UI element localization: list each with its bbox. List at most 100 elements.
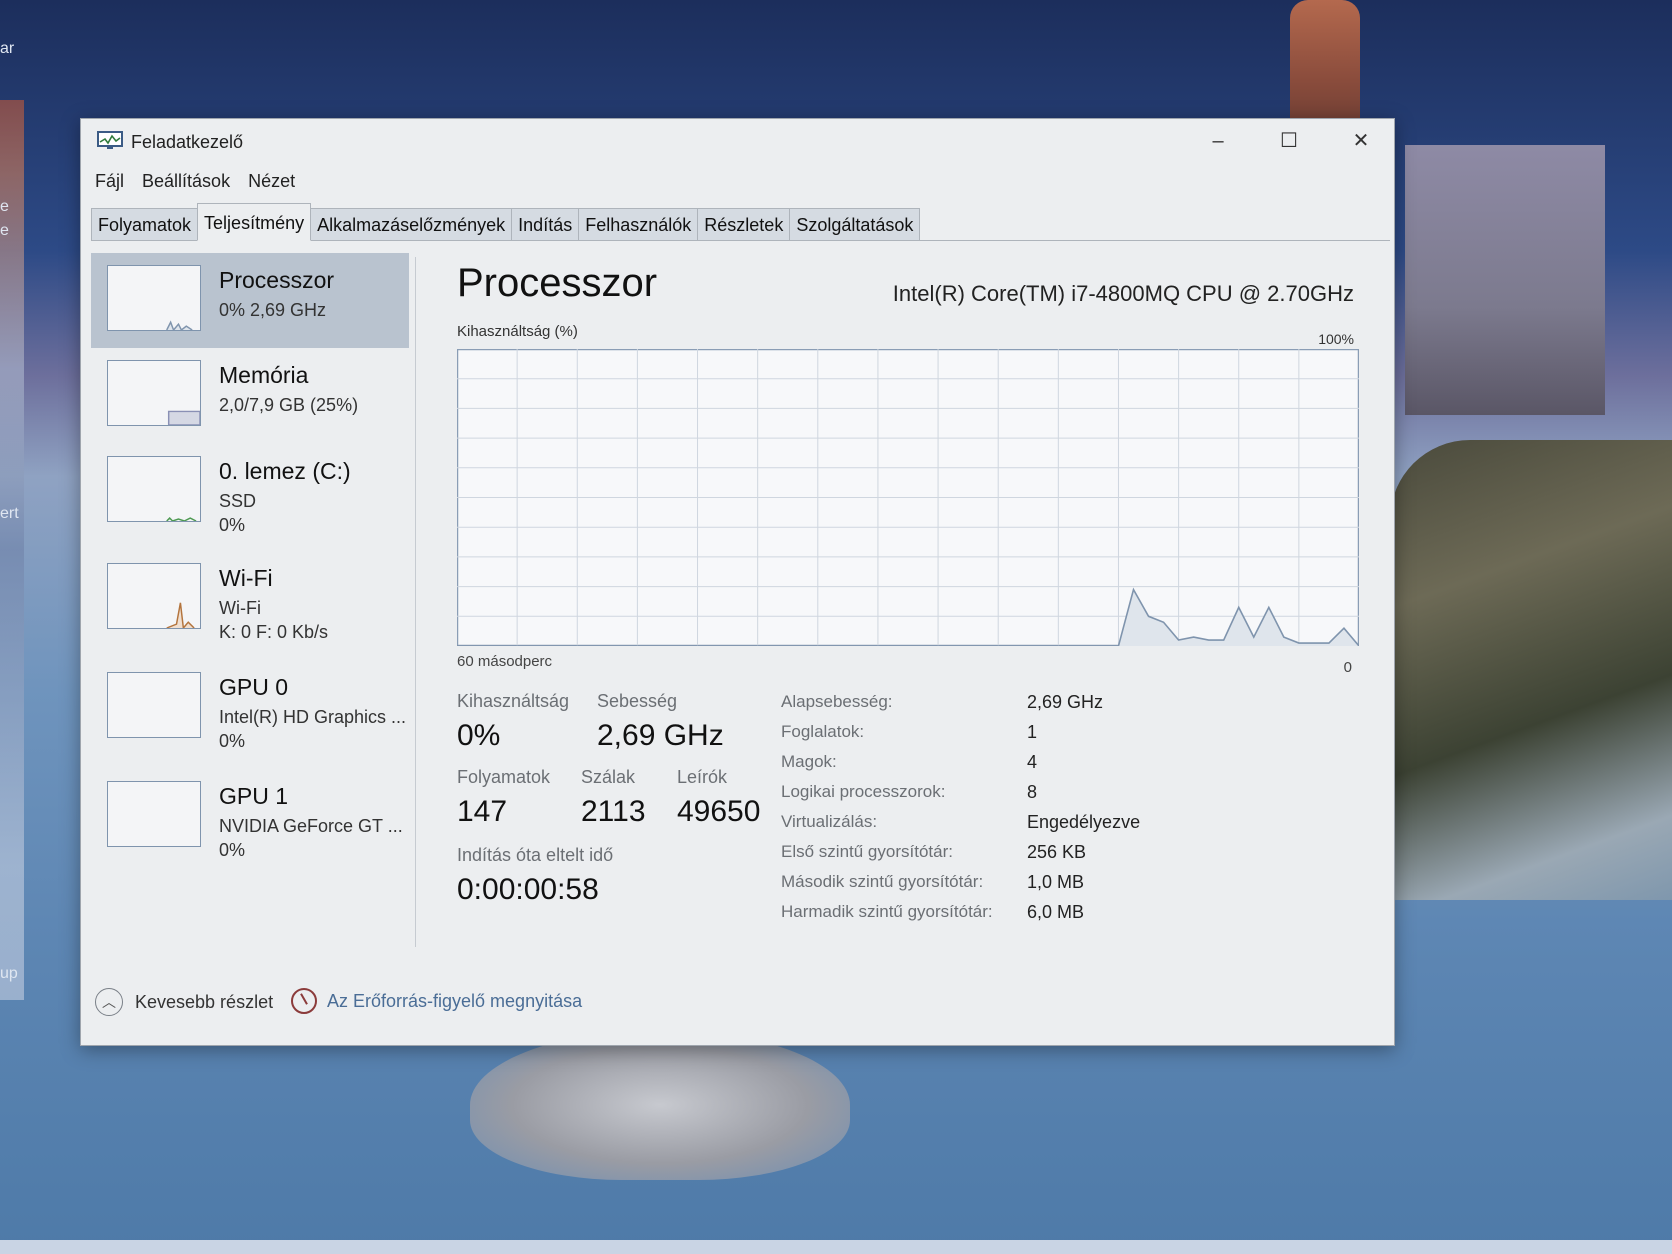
desktop-rocks	[1390, 440, 1672, 900]
desktop-icon-label[interactable]: e	[0, 222, 9, 240]
desktop-lighthouse	[1290, 0, 1360, 135]
wifi-thumbnail-graph	[107, 563, 201, 629]
graph-x-label: 60 másodperc	[457, 653, 553, 670]
tab-details[interactable]: Részletek	[697, 208, 791, 240]
sidebar-label: GPU 1	[219, 783, 289, 809]
sidebar-value: 0% 2,69 GHz	[219, 300, 327, 320]
stat-speed-label: Sebesség	[597, 691, 678, 711]
sidebar-item-gpu0[interactable]: GPU 0 Intel(R) HD Graphics ... 0%	[91, 660, 409, 755]
sidebar-item-memory[interactable]: Memória 2,0/7,9 GB (25%)	[91, 348, 409, 443]
stat-handles-value: 49650	[677, 795, 761, 828]
tab-users[interactable]: Felhasználók	[578, 208, 699, 240]
tab-services[interactable]: Szolgáltatások	[789, 208, 921, 240]
sidebar-value: SSD	[219, 491, 257, 511]
sidebar-label: GPU 0	[219, 674, 289, 700]
detail-value: 6,0 MB	[1027, 902, 1085, 922]
stat-threads-value: 2113	[581, 795, 646, 828]
page-title: Processzor	[457, 261, 658, 305]
menu-file[interactable]: Fájl	[95, 171, 124, 197]
detail-value: 1,0 MB	[1027, 872, 1085, 892]
detail-key: Második szintű gyorsítótár:	[781, 872, 984, 891]
sidebar-item-cpu[interactable]: Processzor 0% 2,69 GHz	[91, 253, 409, 348]
task-manager-icon	[97, 131, 123, 149]
sidebar-item-wifi[interactable]: Wi-Fi Wi-Fi K: 0 F: 0 Kb/s	[91, 551, 409, 646]
fewer-details-label: Kevesebb részlet	[135, 991, 274, 1012]
graph-y-label: Kihasználtság (%)	[457, 323, 578, 340]
detail-key: Harmadik szintű gyorsítótár:	[781, 902, 993, 921]
sidebar-divider	[415, 257, 416, 947]
sidebar-value: NVIDIA GeForce GT ...	[219, 816, 403, 836]
gpu1-thumbnail-graph	[107, 781, 201, 847]
resource-monitor-icon	[291, 988, 317, 1014]
stat-utilization-value: 0%	[457, 719, 501, 752]
graph-min-label: 0	[1343, 659, 1352, 676]
desktop-building	[1405, 145, 1605, 415]
tab-strip: Folyamatok Teljesítmény Alkalmazáselőzmé…	[91, 201, 1390, 241]
sidebar-value: 0%	[219, 731, 246, 751]
detail-key: Virtualizálás:	[781, 812, 878, 831]
detail-value: 1	[1027, 722, 1038, 742]
detail-key: Logikai processzorok:	[781, 782, 946, 801]
detail-key: Magok:	[781, 752, 837, 771]
stat-uptime-label: Indítás óta eltelt idő	[457, 845, 614, 865]
desktop-icon-label[interactable]: e	[0, 198, 9, 216]
stat-utilization-label: Kihasználtság	[457, 691, 570, 711]
stat-handles-label: Leírók	[677, 767, 728, 787]
detail-key: Alapsebesség:	[781, 692, 893, 711]
desktop-icon-label[interactable]: ert	[0, 505, 19, 523]
stat-speed-value: 2,69 GHz	[597, 719, 724, 752]
sidebar-item-gpu1[interactable]: GPU 1 NVIDIA GeForce GT ... 0%	[91, 769, 409, 864]
title-bar[interactable]: Feladatkezelő – ☐ ✕	[81, 119, 1394, 161]
taskbar[interactable]	[0, 1240, 1672, 1254]
chevron-up-icon: ︿	[95, 988, 123, 1016]
sidebar-value: 0%	[219, 515, 246, 535]
menu-bar: Fájl Beállítások Nézet	[95, 171, 295, 197]
stat-uptime-value: 0:00:00:58	[457, 873, 599, 906]
tab-performance[interactable]: Teljesítmény	[197, 203, 312, 241]
sidebar-value: Intel(R) HD Graphics ...	[219, 707, 407, 727]
window-title: Feladatkezelő	[131, 132, 244, 152]
cpu-thumbnail-graph	[107, 265, 201, 331]
performance-sidebar: Processzor 0% 2,69 GHz Memória 2,0/7,9 G…	[91, 251, 409, 941]
maximize-button[interactable]: ☐	[1257, 125, 1321, 157]
desktop-rock-bottom	[470, 1030, 850, 1180]
resource-monitor-link[interactable]: Az Erőforrás-figyelő megnyitása	[291, 988, 582, 1014]
stat-processes-value: 147	[457, 795, 508, 828]
stat-threads-label: Szálak	[581, 767, 636, 787]
footer-bar: ︿ Kevesebb részlet Az Erőforrás-figyelő …	[91, 984, 1384, 1020]
sidebar-label: Processzor	[219, 267, 335, 293]
detail-value: 256 KB	[1027, 842, 1087, 862]
cpu-panel: Processzor Intel(R) Core(TM) i7-4800MQ C…	[431, 251, 1386, 941]
sidebar-value: 2,0/7,9 GB (25%)	[219, 395, 359, 415]
stat-processes-label: Folyamatok	[457, 767, 551, 787]
sidebar-label: 0. lemez (C:)	[219, 458, 351, 484]
menu-settings[interactable]: Beállítások	[142, 171, 230, 197]
minimize-button[interactable]: –	[1186, 125, 1250, 157]
detail-value: 8	[1027, 782, 1038, 802]
sidebar-value: Wi-Fi	[219, 598, 261, 618]
desktop-icon-label[interactable]: ar	[0, 40, 14, 58]
menu-view[interactable]: Nézet	[248, 171, 295, 197]
detail-value: Engedélyezve	[1027, 812, 1141, 832]
gpu0-thumbnail-graph	[107, 672, 201, 738]
tab-app-history[interactable]: Alkalmazáselőzmények	[310, 208, 513, 240]
close-button[interactable]: ✕	[1329, 125, 1393, 157]
detail-value: 2,69 GHz	[1027, 692, 1104, 712]
cpu-model-name: Intel(R) Core(TM) i7-4800MQ CPU @ 2.70GH…	[892, 281, 1354, 306]
memory-thumbnail-graph	[107, 360, 201, 426]
desktop-icon-label[interactable]: up	[0, 965, 18, 983]
sidebar-label: Wi-Fi	[219, 565, 273, 591]
graph-max-label: 100%	[1318, 331, 1354, 347]
sidebar-label: Memória	[219, 362, 309, 388]
disk-thumbnail-graph	[107, 456, 201, 522]
detail-key: Foglalatok:	[781, 722, 865, 741]
fewer-details-button[interactable]: ︿ Kevesebb részlet	[95, 988, 273, 1016]
sidebar-value: 0%	[219, 840, 246, 860]
sidebar-value: K: 0 F: 0 Kb/s	[219, 622, 329, 642]
detail-key: Első szintű gyorsítótár:	[781, 842, 953, 861]
sidebar-item-disk[interactable]: 0. lemez (C:) SSD 0%	[91, 444, 409, 539]
resource-monitor-label: Az Erőforrás-figyelő megnyitása	[327, 990, 583, 1011]
tab-startup[interactable]: Indítás	[511, 208, 580, 240]
task-manager-window: Feladatkezelő – ☐ ✕ Fájl Beállítások Néz…	[80, 118, 1395, 1046]
tab-processes[interactable]: Folyamatok	[91, 208, 199, 240]
